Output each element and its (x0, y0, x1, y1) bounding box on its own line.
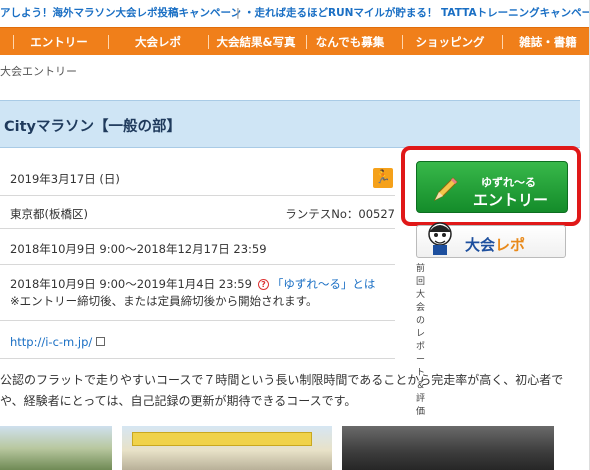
nav-separator (208, 35, 209, 49)
nav-item-race-report[interactable]: 大会レポ (116, 28, 200, 56)
row-location: 東京都(板橋区) ランテスNo：00527 (0, 196, 395, 229)
external-link-icon (96, 337, 106, 346)
event-title: Cityマラソン【一般の部】 (4, 119, 181, 135)
event-location: 東京都(板橋区) (10, 207, 88, 221)
row-url: http://i-c-m.jp/ (0, 321, 395, 359)
yuzure-period: 2018年10月9日 9:00〜2019年1月4日 23:59 (10, 277, 252, 291)
nav-item-recruitment[interactable]: なんでも募集 (308, 28, 392, 56)
nav-separator (306, 35, 307, 49)
nav-separator (13, 35, 14, 49)
report-label-a: 大会 (465, 236, 496, 254)
event-title-bar: Cityマラソン【一般の部】 (0, 100, 580, 148)
campaign-ticker[interactable]: アしよう！海外マラソン大会レポ投稿キャンペーン | ・走れば走るほどRUNマイル… (0, 0, 590, 27)
help-icon: ? (257, 279, 269, 290)
nav-separator (108, 35, 109, 49)
entry-highlight-frame: ゆずれ〜る エントリー (401, 146, 581, 226)
nav-item-magazines[interactable]: 雑誌・書籍 (506, 28, 590, 56)
event-description: 公認のフラットで走りやすいコースで７時間という長い制限時間であることから完走率が… (0, 370, 570, 412)
event-photo-1[interactable] (0, 426, 112, 470)
race-report-button[interactable]: 大会レポ (416, 222, 566, 258)
event-photo-2[interactable] (122, 426, 332, 470)
event-photo-3[interactable] (342, 426, 554, 470)
yuzure-entry-button[interactable]: ゆずれ〜る エントリー (416, 161, 568, 213)
runner-icon: 🏃 (373, 168, 393, 188)
ticker-separator: | (236, 7, 240, 19)
nav-item-results-photos[interactable]: 大会結果&写真 (210, 28, 302, 56)
description-line-1: 公認のフラットで走りやすいコースで７時間という長い制限時間であることから完走率が… (0, 373, 564, 387)
entry-button-line1: ゆずれ〜る (481, 176, 536, 189)
nav-item-shopping[interactable]: ショッピング (404, 28, 496, 56)
event-date: 2019年3月17日 (日) (10, 172, 120, 186)
banner-graphic (132, 432, 312, 446)
pencil-icon (433, 177, 458, 202)
row-yuzure-period: 2018年10月9日 9:00〜2019年1月4日 23:59? 「ゆずれ〜る」と… (0, 265, 395, 321)
row-entry-period: 2018年10月9日 9:00〜2018年12月17日 23:59 (0, 229, 395, 265)
nav-separator (502, 35, 503, 49)
mascot-icon (428, 222, 452, 255)
yuzure-help-link[interactable]: 「ゆずれ〜る」とは (272, 277, 376, 291)
event-url-link[interactable]: http://i-c-m.jp/ (10, 335, 92, 349)
main-nav: エントリー 大会レポ 大会結果&写真 なんでも募集 ショッピング 雑誌・書籍 (0, 27, 590, 55)
entry-period: 2018年10月9日 9:00〜2018年12月17日 23:59 (10, 242, 267, 256)
description-line-2: や、経験者にとっては、自己記録の更新が期待できるコースです。 (0, 394, 357, 408)
breadcrumb: 大会エントリー (0, 65, 77, 78)
ticker-text-1[interactable]: アしよう！海外マラソン大会レポ投稿キャンペーン (0, 0, 241, 27)
yuzure-note: ※エントリー締切後、または定員締切後から開始されます。 (10, 294, 318, 308)
report-label-b: レポ (495, 236, 526, 254)
entry-button-line2: エントリー (473, 191, 549, 209)
nav-separator (402, 35, 403, 49)
nav-item-entry[interactable]: エントリー (18, 28, 100, 56)
row-date: 2019年3月17日 (日) 🏃 (0, 148, 395, 196)
ticker-text-2[interactable]: ・走れば走るほどRUNマイルが貯まる！ TATTAトレーニングキャンペーン (244, 0, 590, 27)
runtes-number: ランテスNo：00527 (285, 207, 395, 221)
